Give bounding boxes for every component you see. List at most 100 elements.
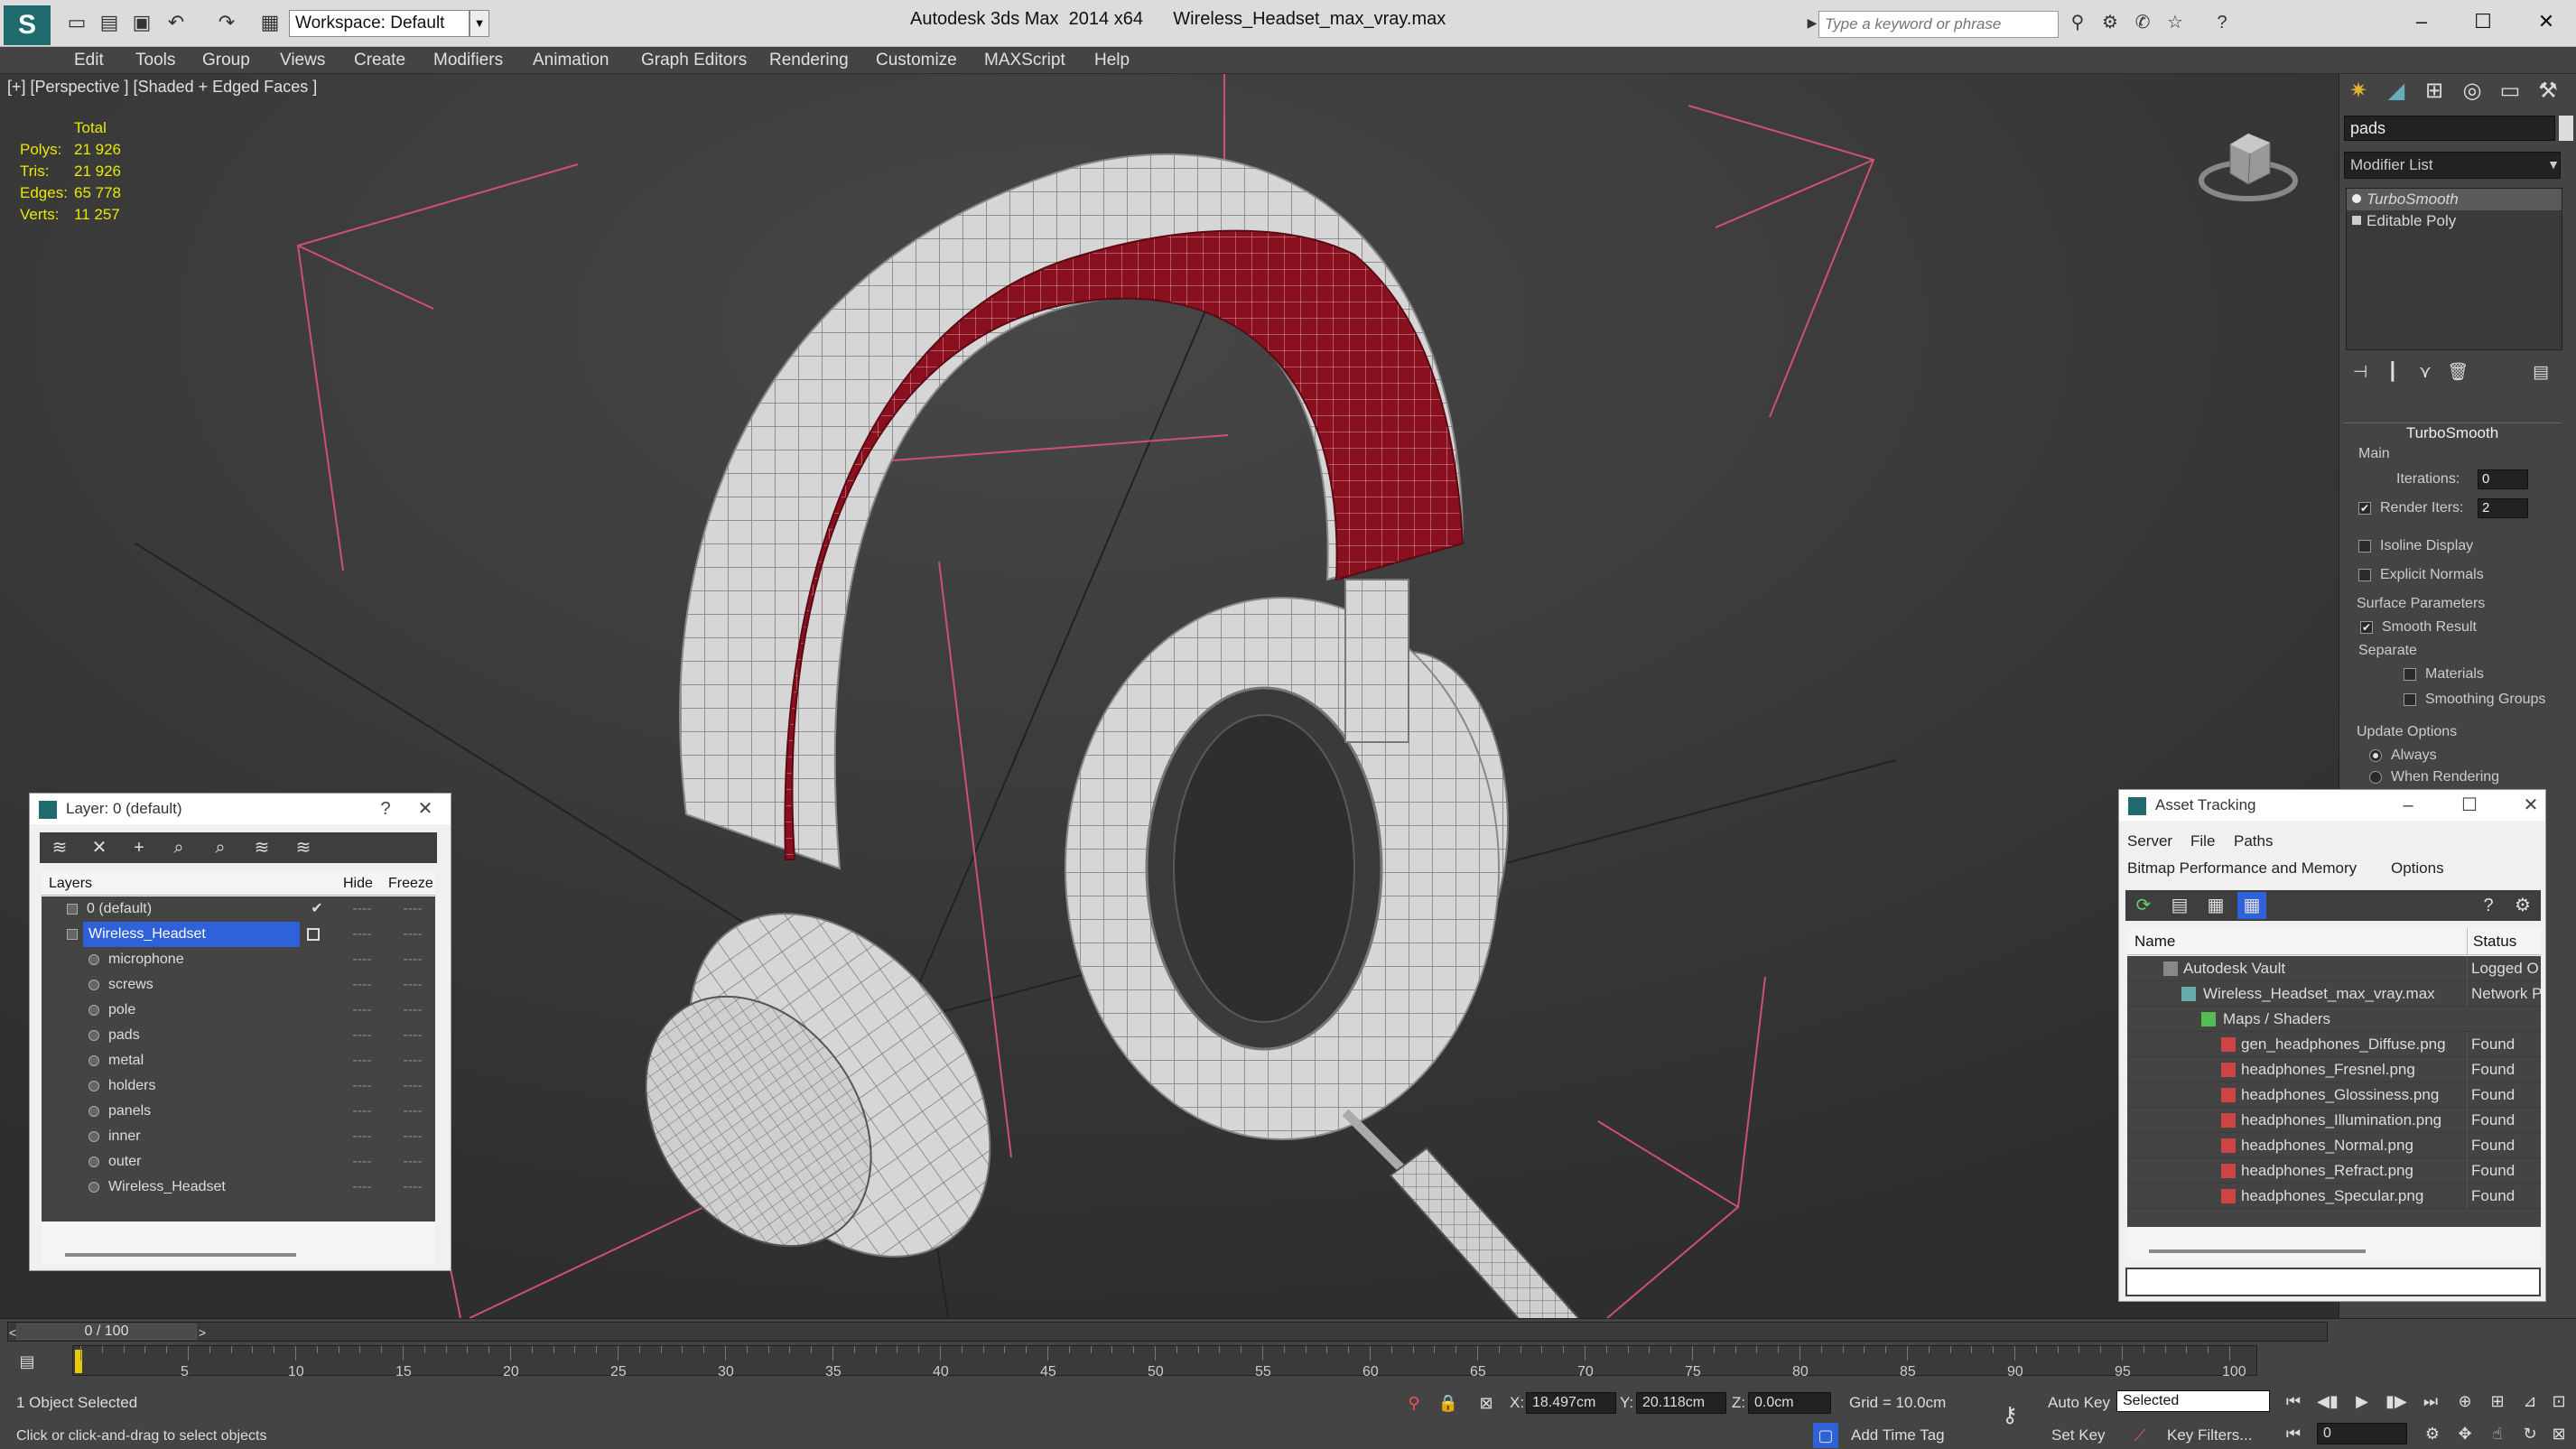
x-coordinate-field[interactable]: 18.497cm <box>1526 1392 1616 1414</box>
pin-stack-icon[interactable]: ⊣ <box>2346 359 2375 386</box>
select-layer-icon[interactable]: ⌕ <box>206 834 235 861</box>
app-logo-icon[interactable]: S <box>4 5 51 45</box>
key-filters-button[interactable]: Key Filters... <box>2167 1426 2252 1444</box>
asset-row[interactable]: Maps / Shaders <box>2127 1007 2541 1032</box>
menu-modifiers[interactable]: Modifiers <box>433 51 503 70</box>
smoothing-groups-checkbox[interactable] <box>2404 693 2416 706</box>
asset-help-icon[interactable]: ? <box>2474 892 2503 919</box>
maximize-toggle-icon[interactable]: ⊠ <box>2546 1421 2571 1446</box>
layer-row[interactable]: 0 (default) ✔ ---- ---- <box>42 896 435 922</box>
asset-row[interactable]: gen_headphones_Diffuse.png Found <box>2127 1032 2541 1057</box>
layer-properties-icon[interactable]: ≋ <box>289 834 318 861</box>
layer-object-row[interactable]: panels ---- ---- <box>42 1099 435 1124</box>
viewport-label[interactable]: [+] [Perspective ] [Shaded + Edged Faces… <box>7 78 317 97</box>
time-config-icon[interactable]: ⚙ <box>2420 1421 2445 1446</box>
key-mode-icon[interactable]: ⟋ <box>2127 1423 2153 1448</box>
modifier-list-arrow-icon[interactable]: ▼ <box>2544 152 2562 179</box>
workspace-dropdown[interactable]: Workspace: Default <box>289 10 470 37</box>
help-icon[interactable]: ? <box>2209 9 2236 36</box>
key-selection-dropdown[interactable]: Selected <box>2116 1390 2270 1412</box>
open-file-icon[interactable]: ▤ <box>96 9 123 36</box>
asset-row[interactable]: headphones_Illumination.png Found <box>2127 1108 2541 1133</box>
go-to-start-icon[interactable]: ⏮ <box>2281 1389 2306 1414</box>
time-tag-icon[interactable]: ▢ <box>1813 1423 1838 1448</box>
subscription-icon[interactable]: ⚙ <box>2097 9 2124 36</box>
viewcube-icon[interactable] <box>2194 117 2302 208</box>
y-coordinate-field[interactable]: 20.118cm <box>1636 1392 1726 1414</box>
grid-view-icon[interactable]: ▦ <box>2237 892 2266 919</box>
asset-row[interactable]: headphones_Glossiness.png Found <box>2127 1082 2541 1108</box>
maximize-icon[interactable]: ☐ <box>2456 4 2510 40</box>
show-end-result-icon[interactable]: ┃ <box>2378 359 2407 386</box>
z-coordinate-field[interactable]: 0.0cm <box>1748 1392 1831 1414</box>
asset-row[interactable]: headphones_Normal.png Found <box>2127 1133 2541 1158</box>
table-view-icon[interactable]: ▦ <box>2201 892 2230 919</box>
key-icon[interactable]: ⚷ <box>1997 1403 2023 1428</box>
remove-modifier-icon[interactable]: 🗑 <box>2443 359 2472 386</box>
refresh-icon[interactable]: ⟳ <box>2129 892 2158 919</box>
hierarchy-tab-icon[interactable]: ⊞ <box>2416 76 2452 107</box>
add-time-tag[interactable]: Add Time Tag <box>1851 1426 1945 1444</box>
asset-row[interactable]: Autodesk Vault Logged O <box>2127 956 2541 981</box>
layer-object-row[interactable]: metal ---- ---- <box>42 1048 435 1073</box>
asset-dialog-titlebar[interactable]: Asset Tracking – ☐ ✕ <box>2119 790 2545 821</box>
display-tab-icon[interactable]: ▭ <box>2492 76 2528 107</box>
asset-close-icon[interactable]: ✕ <box>2513 790 2549 821</box>
smooth-result-checkbox[interactable]: ✔ <box>2360 621 2373 634</box>
layer-dialog-titlebar[interactable]: Layer: 0 (default) ? ✕ <box>30 794 451 824</box>
menu-create[interactable]: Create <box>354 51 405 70</box>
undo-icon[interactable]: ↶ <box>163 9 190 36</box>
menu-help[interactable]: Help <box>1094 51 1130 70</box>
asset-row[interactable]: Wireless_Headset_max_vray.max Network P <box>2127 981 2541 1007</box>
layer-horizontal-scrollbar[interactable] <box>65 1253 296 1257</box>
key-mode-toggle-icon[interactable]: ⏮ <box>2281 1421 2306 1446</box>
col-layers[interactable]: Layers <box>49 872 92 896</box>
layer-row-selected[interactable]: Wireless_Headset ---- ---- <box>42 922 435 947</box>
asset-row[interactable]: headphones_Refract.png Found <box>2127 1158 2541 1184</box>
menu-views[interactable]: Views <box>280 51 325 70</box>
selection-lock-icon[interactable]: 🔒 <box>1436 1390 1461 1416</box>
asset-row[interactable]: headphones_Specular.png Found <box>2127 1184 2541 1209</box>
col-hide[interactable]: Hide <box>343 872 373 896</box>
motion-tab-icon[interactable]: ◎ <box>2454 76 2490 107</box>
modifier-list-dropdown[interactable]: Modifier List <box>2344 152 2561 179</box>
zoom-icon[interactable]: ⊕ <box>2452 1389 2478 1414</box>
menu-maxscript[interactable]: MAXScript <box>984 51 1065 70</box>
explicit-normals-checkbox[interactable] <box>2358 569 2371 581</box>
set-key-button[interactable]: Set Key <box>2051 1426 2106 1444</box>
new-file-icon[interactable]: ▭ <box>63 9 90 36</box>
time-slider-thumb[interactable]: 0 / 100 <box>16 1324 197 1340</box>
make-unique-icon[interactable]: ⋎ <box>2411 359 2440 386</box>
asset-menu-file[interactable]: File <box>2190 832 2215 850</box>
materials-checkbox[interactable] <box>2404 668 2416 681</box>
add-to-layer-icon[interactable]: + <box>125 834 153 861</box>
turbosmooth-rollout-header[interactable]: TurboSmooth <box>2344 423 2561 442</box>
layer-close-icon[interactable]: ✕ <box>407 794 443 824</box>
asset-menu-paths[interactable]: Paths <box>2234 832 2273 850</box>
menu-group[interactable]: Group <box>202 51 250 70</box>
asset-menu-bitmap-performance[interactable]: Bitmap Performance and Memory <box>2127 859 2357 878</box>
create-layer-icon[interactable]: ≋ <box>45 834 74 861</box>
col-freeze[interactable]: Freeze <box>388 872 433 896</box>
render-iters-checkbox[interactable]: ✔ <box>2358 502 2371 515</box>
asset-menu-options[interactable]: Options <box>2391 859 2444 878</box>
layer-object-row[interactable]: microphone ---- ---- <box>42 947 435 972</box>
save-file-icon[interactable]: ▣ <box>128 9 155 36</box>
col-name[interactable]: Name <box>2134 928 2175 955</box>
maximize-viewport-icon[interactable]: ⊡ <box>2546 1389 2571 1414</box>
isolate-pin-icon[interactable]: ⚲ <box>1401 1390 1427 1416</box>
configure-sets-icon[interactable]: ▤ <box>2526 359 2555 386</box>
stack-item-editable-poly[interactable]: Editable Poly <box>2347 210 2562 232</box>
walk-through-icon[interactable]: ☝ <box>2485 1421 2510 1446</box>
layer-box-icon[interactable] <box>307 928 320 941</box>
asset-path-field[interactable] <box>2125 1268 2541 1296</box>
delete-layer-icon[interactable]: ✕ <box>85 834 114 861</box>
stack-item-turbosmooth[interactable]: TurboSmooth <box>2347 189 2562 210</box>
menu-edit[interactable]: Edit <box>74 51 104 70</box>
list-view-icon[interactable]: ▤ <box>2165 892 2194 919</box>
redo-icon[interactable]: ↷ <box>213 9 240 36</box>
asset-minimize-icon[interactable]: – <box>2390 790 2426 821</box>
play-icon[interactable]: ▶ <box>2349 1389 2375 1414</box>
minimize-icon[interactable]: – <box>2395 4 2449 40</box>
layer-object-row[interactable]: outer ---- ---- <box>42 1149 435 1175</box>
